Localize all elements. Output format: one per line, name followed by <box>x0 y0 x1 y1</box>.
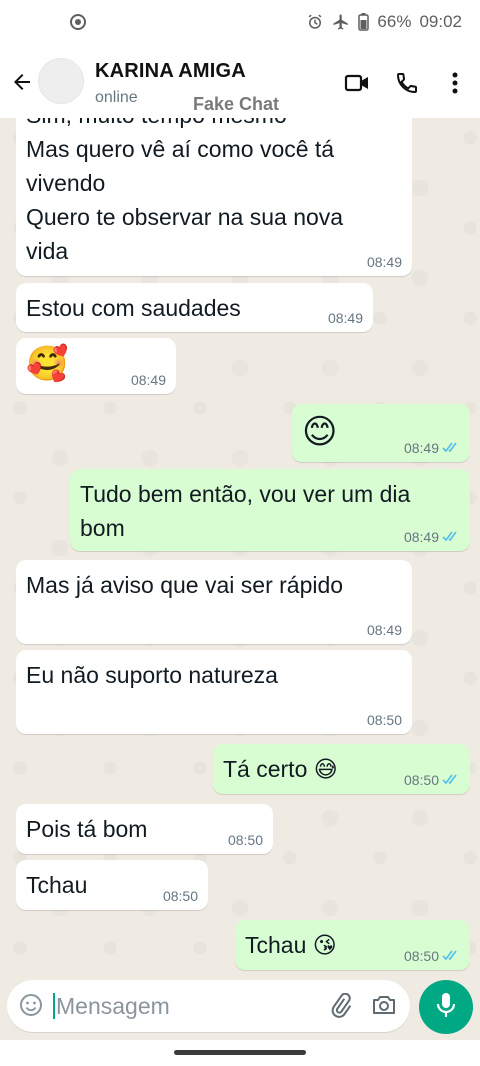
chat-area[interactable]: Sim, muito tempo mesmo Mas quero vê aí c… <box>0 118 480 980</box>
message-incoming[interactable]: Mas já aviso que vai ser rápido 08:49 <box>16 560 412 644</box>
attach-icon[interactable] <box>329 992 353 1024</box>
message-text: Eu não suporto natureza <box>26 662 278 688</box>
message-incoming[interactable]: Pois tá bom 08:50 <box>16 804 273 854</box>
message-incoming[interactable]: Tchau 08:50 <box>16 860 208 910</box>
phone-icon[interactable] <box>392 68 422 98</box>
double-check-icon <box>442 772 460 788</box>
battery-icon <box>358 13 370 31</box>
record-indicator-icon <box>70 14 86 30</box>
back-arrow-icon[interactable] <box>8 68 36 96</box>
message-meta: 08:50 <box>404 772 460 788</box>
message-outgoing[interactable]: Tá certo 😅 08:50 <box>213 744 470 794</box>
emoji-icon[interactable] <box>19 993 43 1022</box>
message-incoming[interactable]: Estou com saudades 08:49 <box>16 283 373 332</box>
mic-icon <box>435 992 457 1023</box>
message-incoming[interactable]: Sim, muito tempo mesmo Mas quero vê aí c… <box>16 118 412 276</box>
message-text: Sim, muito tempo mesmo Mas quero vê aí c… <box>26 118 344 264</box>
message-time: 08:49 <box>327 310 363 326</box>
video-call-icon[interactable] <box>342 68 372 98</box>
message-time: 08:49 <box>130 372 166 388</box>
double-check-icon <box>442 529 460 545</box>
camera-icon[interactable] <box>371 994 397 1021</box>
message-time: 08:49 <box>403 529 439 545</box>
contact-status: online <box>95 89 138 106</box>
message-time: 08:50 <box>403 772 439 788</box>
message-outgoing[interactable]: 😊 08:49 <box>292 404 470 462</box>
message-meta: 08:50 <box>404 948 460 964</box>
message-meta: 08:49 <box>404 529 460 545</box>
watermark: Fake Chat <box>193 94 280 114</box>
message-incoming[interactable]: 🥰 08:49 <box>16 338 176 394</box>
battery-percent: 66% <box>377 12 412 31</box>
message-text: Estou com saudades <box>26 295 241 321</box>
message-meta: 08:49 <box>404 440 460 456</box>
message-time: 08:49 <box>403 440 439 456</box>
message-time: 08:49 <box>366 254 402 270</box>
chat-header: KARINA AMIGA online Fake Chat <box>0 46 480 118</box>
clock: 09:02 <box>419 12 462 31</box>
avatar[interactable] <box>38 58 84 104</box>
message-incoming[interactable]: Eu não suporto natureza 08:50 <box>16 650 412 734</box>
message-outgoing[interactable]: Tudo bem então, vou ver um dia bom 08:49 <box>70 469 470 551</box>
message-time: 08:50 <box>227 832 263 848</box>
message-input[interactable]: Mensagem <box>7 980 410 1032</box>
message-time: 08:50 <box>162 888 198 904</box>
message-time: 08:50 <box>366 712 402 728</box>
more-vert-icon[interactable] <box>440 68 470 98</box>
home-indicator[interactable] <box>174 1050 306 1055</box>
alarm-icon <box>306 13 324 31</box>
message-outgoing[interactable]: Tchau 😘 08:50 <box>235 920 470 970</box>
double-check-icon <box>442 948 460 964</box>
message-text: Mas já aviso que vai ser rápido <box>26 572 344 598</box>
message-time: 08:50 <box>403 948 439 964</box>
status-icons: 66% 09:02 <box>306 12 462 32</box>
composer: Mensagem <box>0 980 480 1066</box>
status-bar: 66% 09:02 <box>0 0 480 46</box>
double-check-icon <box>442 440 460 456</box>
mic-button[interactable] <box>419 980 473 1034</box>
airplane-icon <box>332 13 350 31</box>
message-time: 08:49 <box>366 622 402 638</box>
message-input-placeholder[interactable]: Mensagem <box>53 993 170 1019</box>
contact-name[interactable]: KARINA AMIGA <box>95 60 246 83</box>
